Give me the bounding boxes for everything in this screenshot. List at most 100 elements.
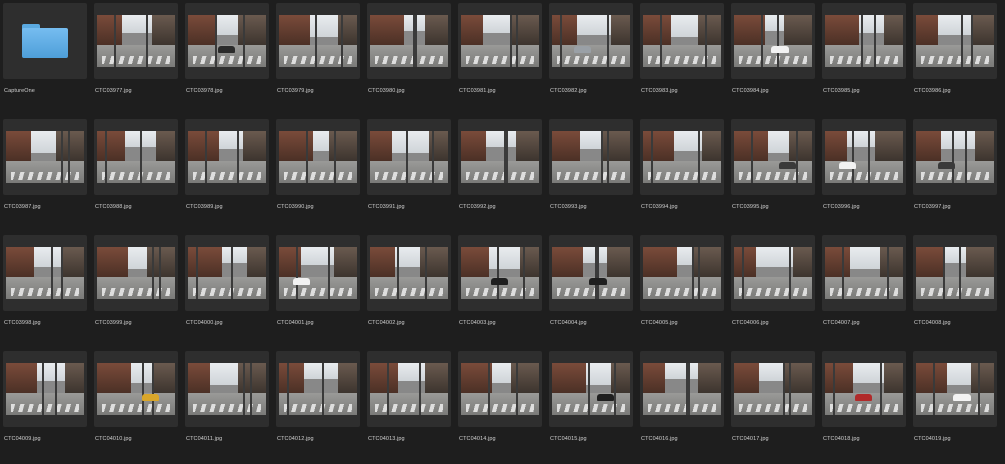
thumbnail-frame[interactable]	[3, 235, 87, 311]
photo-thumbnail[interactable]	[643, 15, 721, 67]
photo-thumbnail[interactable]	[97, 363, 175, 415]
file-item[interactable]: CTC03977.jpg	[91, 0, 182, 116]
photo-thumbnail[interactable]	[188, 363, 266, 415]
photo-thumbnail[interactable]	[461, 247, 539, 299]
photo-thumbnail[interactable]	[825, 247, 903, 299]
photo-thumbnail[interactable]	[461, 131, 539, 183]
file-item[interactable]: CTC03986.jpg	[910, 0, 1001, 116]
thumbnail-frame[interactable]	[913, 235, 997, 311]
photo-thumbnail[interactable]	[461, 363, 539, 415]
file-item[interactable]: CTC03997.jpg	[910, 116, 1001, 232]
photo-thumbnail[interactable]	[279, 15, 357, 67]
file-item[interactable]: CTC04003.jpg	[455, 232, 546, 348]
thumbnail-frame[interactable]	[731, 351, 815, 427]
photo-thumbnail[interactable]	[279, 247, 357, 299]
thumbnail-frame[interactable]	[731, 119, 815, 195]
photo-thumbnail[interactable]	[6, 363, 84, 415]
file-item[interactable]: CTC04019.jpg	[910, 348, 1001, 464]
file-item[interactable]: CTC03985.jpg	[819, 0, 910, 116]
file-item[interactable]: CTC03993.jpg	[546, 116, 637, 232]
thumbnail-frame[interactable]	[94, 351, 178, 427]
photo-thumbnail[interactable]	[916, 131, 994, 183]
thumbnail-frame[interactable]	[458, 119, 542, 195]
photo-thumbnail[interactable]	[916, 363, 994, 415]
thumbnail-frame[interactable]	[913, 3, 997, 79]
photo-thumbnail[interactable]	[97, 15, 175, 67]
photo-thumbnail[interactable]	[552, 247, 630, 299]
photo-thumbnail[interactable]	[370, 131, 448, 183]
thumbnail-frame[interactable]	[549, 119, 633, 195]
file-item[interactable]: CTC03982.jpg	[546, 0, 637, 116]
file-item[interactable]: CTC03998.jpg	[0, 232, 91, 348]
thumbnail-frame[interactable]	[94, 235, 178, 311]
photo-thumbnail[interactable]	[97, 131, 175, 183]
file-item[interactable]: CTC04008.jpg	[910, 232, 1001, 348]
thumbnail-frame[interactable]	[640, 3, 724, 79]
thumbnail-frame[interactable]	[94, 3, 178, 79]
file-item[interactable]: CTC03983.jpg	[637, 0, 728, 116]
thumbnail-frame[interactable]	[731, 3, 815, 79]
file-item[interactable]: CTC04010.jpg	[91, 348, 182, 464]
thumbnail-frame[interactable]	[913, 119, 997, 195]
file-item[interactable]: CTC04012.jpg	[273, 348, 364, 464]
thumbnail-frame[interactable]	[822, 119, 906, 195]
file-item[interactable]: CTC04000.jpg	[182, 232, 273, 348]
photo-thumbnail[interactable]	[6, 131, 84, 183]
photo-thumbnail[interactable]	[552, 131, 630, 183]
thumbnail-frame[interactable]	[276, 235, 360, 311]
photo-thumbnail[interactable]	[734, 131, 812, 183]
thumbnail-frame[interactable]	[185, 351, 269, 427]
thumbnail-frame[interactable]	[185, 3, 269, 79]
photo-thumbnail[interactable]	[734, 247, 812, 299]
thumbnail-frame[interactable]	[640, 119, 724, 195]
file-item[interactable]: CTC03989.jpg	[182, 116, 273, 232]
photo-thumbnail[interactable]	[825, 131, 903, 183]
thumbnail-frame[interactable]	[640, 351, 724, 427]
thumbnail-frame[interactable]	[3, 119, 87, 195]
photo-thumbnail[interactable]	[6, 247, 84, 299]
file-item[interactable]: CTC04009.jpg	[0, 348, 91, 464]
thumbnail-frame[interactable]	[276, 351, 360, 427]
thumbnail-frame[interactable]	[185, 119, 269, 195]
photo-thumbnail[interactable]	[552, 15, 630, 67]
file-item[interactable]: CTC04004.jpg	[546, 232, 637, 348]
thumbnail-frame[interactable]	[3, 3, 87, 79]
thumbnail-frame[interactable]	[367, 119, 451, 195]
photo-thumbnail[interactable]	[188, 131, 266, 183]
file-item[interactable]: CTC03992.jpg	[455, 116, 546, 232]
file-item[interactable]: CTC04015.jpg	[546, 348, 637, 464]
thumbnail-frame[interactable]	[185, 235, 269, 311]
file-item[interactable]: CTC03984.jpg	[728, 0, 819, 116]
photo-thumbnail[interactable]	[643, 131, 721, 183]
file-item[interactable]: CTC03990.jpg	[273, 116, 364, 232]
file-item[interactable]: CTC03994.jpg	[637, 116, 728, 232]
thumbnail-frame[interactable]	[94, 119, 178, 195]
file-item[interactable]: CTC03988.jpg	[91, 116, 182, 232]
photo-thumbnail[interactable]	[279, 363, 357, 415]
file-item[interactable]: CTC04011.jpg	[182, 348, 273, 464]
photo-thumbnail[interactable]	[734, 363, 812, 415]
file-item[interactable]: CTC03999.jpg	[91, 232, 182, 348]
file-item[interactable]: CTC04016.jpg	[637, 348, 728, 464]
photo-thumbnail[interactable]	[279, 131, 357, 183]
file-item[interactable]: CTC03981.jpg	[455, 0, 546, 116]
photo-thumbnail[interactable]	[370, 15, 448, 67]
thumbnail-frame[interactable]	[822, 235, 906, 311]
thumbnail-frame[interactable]	[367, 351, 451, 427]
thumbnail-frame[interactable]	[549, 351, 633, 427]
file-item[interactable]: CTC04017.jpg	[728, 348, 819, 464]
file-item[interactable]: CTC03996.jpg	[819, 116, 910, 232]
thumbnail-frame[interactable]	[458, 3, 542, 79]
photo-thumbnail[interactable]	[916, 15, 994, 67]
folder-item[interactable]: CaptureOne	[0, 0, 91, 116]
photo-thumbnail[interactable]	[188, 15, 266, 67]
photo-thumbnail[interactable]	[370, 363, 448, 415]
file-item[interactable]: CTC04007.jpg	[819, 232, 910, 348]
file-item[interactable]: CTC04005.jpg	[637, 232, 728, 348]
file-item[interactable]: CTC03991.jpg	[364, 116, 455, 232]
thumbnail-frame[interactable]	[367, 235, 451, 311]
photo-thumbnail[interactable]	[916, 247, 994, 299]
thumbnail-frame[interactable]	[913, 351, 997, 427]
file-item[interactable]: CTC04013.jpg	[364, 348, 455, 464]
file-item[interactable]: CTC04018.jpg	[819, 348, 910, 464]
